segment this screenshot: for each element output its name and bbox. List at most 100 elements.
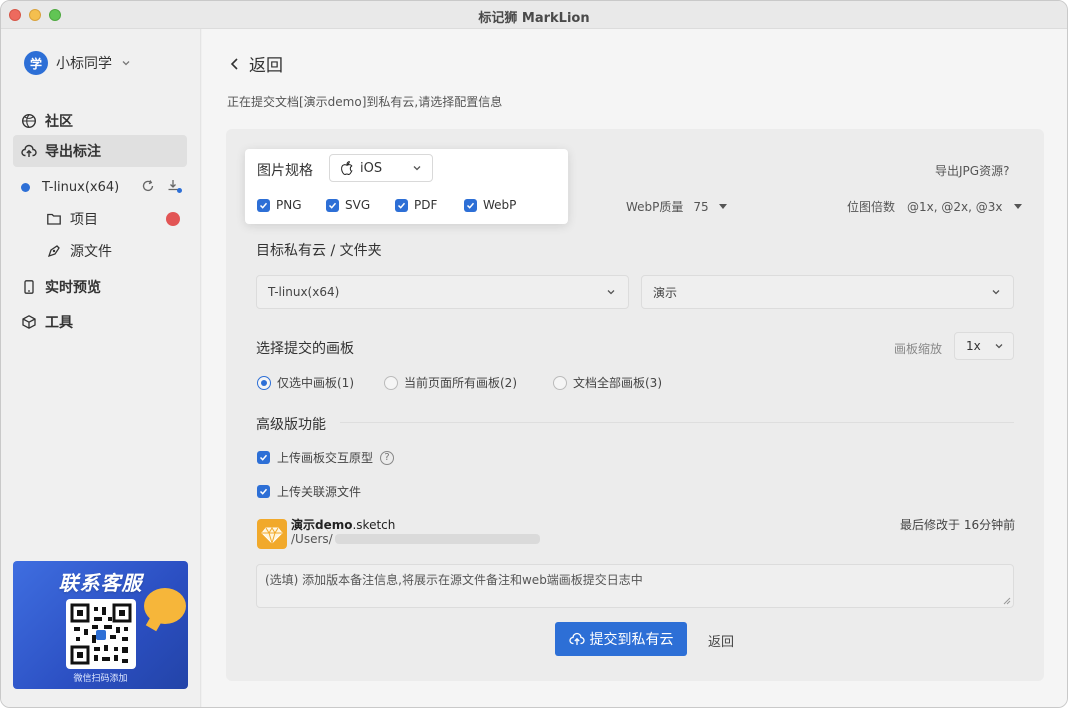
bitmap-value: @1x, @2x, @3x xyxy=(907,199,1003,214)
sidebar-item-label: 工具 xyxy=(45,315,73,331)
chat-bubble-icon xyxy=(144,588,186,624)
chevron-down-icon xyxy=(995,344,1003,349)
image-spec-popover: 图片规格 iOS PNG SVG PDF WebP xyxy=(245,149,568,224)
folder-select[interactable]: 演示 xyxy=(641,275,1014,309)
back-nav[interactable]: 返回 xyxy=(229,51,283,76)
file-path: /Users/ xyxy=(291,532,540,546)
chevron-down-icon xyxy=(122,61,130,66)
back-button[interactable]: 返回 xyxy=(708,631,734,650)
window-title: 标记狮 MarkLion xyxy=(478,11,590,26)
cloud-select-value: T-linux(x64) xyxy=(268,285,340,299)
chevron-down-icon xyxy=(413,166,421,171)
basketball-icon xyxy=(21,113,37,129)
main-content: 返回 正在提交文档[演示demo]到私有云,请选择配置信息 图片规格 iOS P… xyxy=(202,29,1067,707)
checkbox-checked-icon xyxy=(464,198,477,212)
upload-prototype-checkbox[interactable]: 上传画板交互原型 ? xyxy=(257,449,395,466)
file-name-bold: 演示demo xyxy=(291,518,353,532)
caret-down-icon xyxy=(1014,204,1023,209)
page-description: 正在提交文档[演示demo]到私有云,请选择配置信息 xyxy=(227,95,503,109)
chevron-down-icon xyxy=(992,290,1000,295)
sidebar-item-community[interactable]: 社区 xyxy=(13,105,187,137)
title-bar: 标记狮 MarkLion xyxy=(1,1,1067,29)
sidebar-project[interactable]: T-linux(x64) xyxy=(21,177,191,197)
format-options: PNG SVG PDF WebP xyxy=(257,198,533,212)
radio-page-artboards[interactable]: 当前页面所有画板(2) xyxy=(384,374,553,391)
chevron-left-icon xyxy=(230,57,238,70)
checkbox-label: 上传画板交互原型 xyxy=(277,451,374,465)
format-label: SVG xyxy=(345,198,371,212)
artboard-section-title: 选择提交的画板 xyxy=(256,341,354,357)
help-icon[interactable]: ? xyxy=(380,450,395,465)
note-placeholder: (选填) 添加版本备注信息,将展示在源文件备注和web端画板提交日志中 xyxy=(265,573,643,587)
sidebar-item-label: 实时预览 xyxy=(45,280,101,296)
format-png-checkbox[interactable]: PNG xyxy=(257,198,326,212)
file-name-ext: .sketch xyxy=(352,518,396,532)
sidebar-item-preview[interactable]: 实时预览 xyxy=(13,271,187,303)
zoom-label: 画板缩放 xyxy=(894,342,943,356)
file-path-text: /Users/ xyxy=(291,532,333,546)
radio-on-icon xyxy=(257,375,271,390)
sketch-file-icon xyxy=(257,519,287,549)
submit-label: 提交到私有云 xyxy=(589,632,674,648)
format-label: PNG xyxy=(276,198,302,212)
customer-service-card[interactable]: 联系客服 微信扫码添加 xyxy=(13,561,188,689)
caret-down-icon xyxy=(718,204,727,209)
upload-linked-checkbox[interactable]: 上传关联源文件 xyxy=(257,483,361,500)
zoom-value: 1x xyxy=(966,339,981,353)
sidebar-item-label: 源文件 xyxy=(70,244,112,260)
bitmap-label: 位图倍数 xyxy=(847,200,896,214)
sidebar-item-label: 导出标注 xyxy=(45,144,101,160)
sidebar-item-export[interactable]: 导出标注 xyxy=(13,135,187,167)
checkbox-checked-icon xyxy=(257,451,270,464)
promo-caption: 微信扫码添加 xyxy=(73,674,128,684)
cloud-upload-icon xyxy=(21,144,37,157)
radio-label: 文档全部画板(3) xyxy=(573,376,662,390)
cloud-upload-icon xyxy=(568,632,585,645)
version-note-textarea[interactable]: (选填) 添加版本备注信息,将展示在源文件备注和web端画板提交日志中 xyxy=(256,564,1014,608)
export-jpg-link[interactable]: 导出JPG资源? xyxy=(935,162,1009,179)
format-svg-checkbox[interactable]: SVG xyxy=(326,198,395,212)
folder-icon xyxy=(47,213,61,225)
file-name: 演示demo.sketch xyxy=(291,516,395,533)
submit-button[interactable]: 提交到私有云 xyxy=(555,622,687,656)
refresh-icon[interactable] xyxy=(141,179,155,193)
format-webp-checkbox[interactable]: WebP xyxy=(464,198,533,212)
redacted-path xyxy=(334,534,540,544)
advanced-section-title: 高级版功能 xyxy=(256,417,326,433)
bitmap-scale-select[interactable]: 位图倍数 @1x, @2x, @3x xyxy=(847,198,1023,215)
file-modified: 最后修改于 16分钟前 xyxy=(900,518,1016,532)
zoom-select[interactable]: 1x xyxy=(954,332,1014,360)
project-dot xyxy=(21,182,30,192)
cloud-select[interactable]: T-linux(x64) xyxy=(256,275,629,309)
radio-off-icon xyxy=(553,375,567,390)
webp-quality-select[interactable]: WebP质量 75 xyxy=(626,198,727,215)
cube-icon xyxy=(22,315,36,329)
sidebar-item-label: 社区 xyxy=(45,114,73,130)
section-divider xyxy=(340,422,1014,423)
webp-quality-label: WebP质量 xyxy=(626,200,684,214)
radio-all-artboards[interactable]: 文档全部画板(3) xyxy=(553,374,662,391)
target-section-title: 目标私有云 / 文件夹 xyxy=(256,243,382,259)
phone-icon xyxy=(24,280,34,294)
sidebar-item-tools[interactable]: 工具 xyxy=(13,306,187,338)
sidebar-item-label: 项目 xyxy=(70,212,98,228)
bell-badge-icon xyxy=(166,212,180,226)
sidebar-item-source[interactable]: 源文件 xyxy=(46,241,112,261)
back-label: 返回 xyxy=(249,56,283,76)
user-menu[interactable]: 学 小标同学 xyxy=(24,51,132,75)
sidebar: 学 小标同学 社区 导出标注 T-linux(x64) 项目 源文件 实时预览 … xyxy=(1,29,201,707)
pen-tool-icon xyxy=(47,245,60,258)
radio-off-icon xyxy=(384,375,398,390)
platform-select[interactable]: iOS xyxy=(329,154,433,182)
artboard-scope-group: 仅选中画板(1) 当前页面所有画板(2) 文档全部画板(3) xyxy=(257,374,662,391)
project-name: T-linux(x64) xyxy=(42,179,120,195)
avatar: 学 xyxy=(24,51,48,75)
app-window: 标记狮 MarkLion 学 小标同学 社区 导出标注 T-linux(x64)… xyxy=(0,0,1068,708)
checkbox-checked-icon xyxy=(257,485,270,498)
sidebar-item-project[interactable]: 项目 xyxy=(46,209,98,229)
platform-value: iOS xyxy=(360,160,383,176)
resize-handle-icon[interactable] xyxy=(1003,597,1011,605)
format-pdf-checkbox[interactable]: PDF xyxy=(395,198,464,212)
radio-selected-artboards[interactable]: 仅选中画板(1) xyxy=(257,374,384,391)
apple-icon xyxy=(341,161,353,176)
